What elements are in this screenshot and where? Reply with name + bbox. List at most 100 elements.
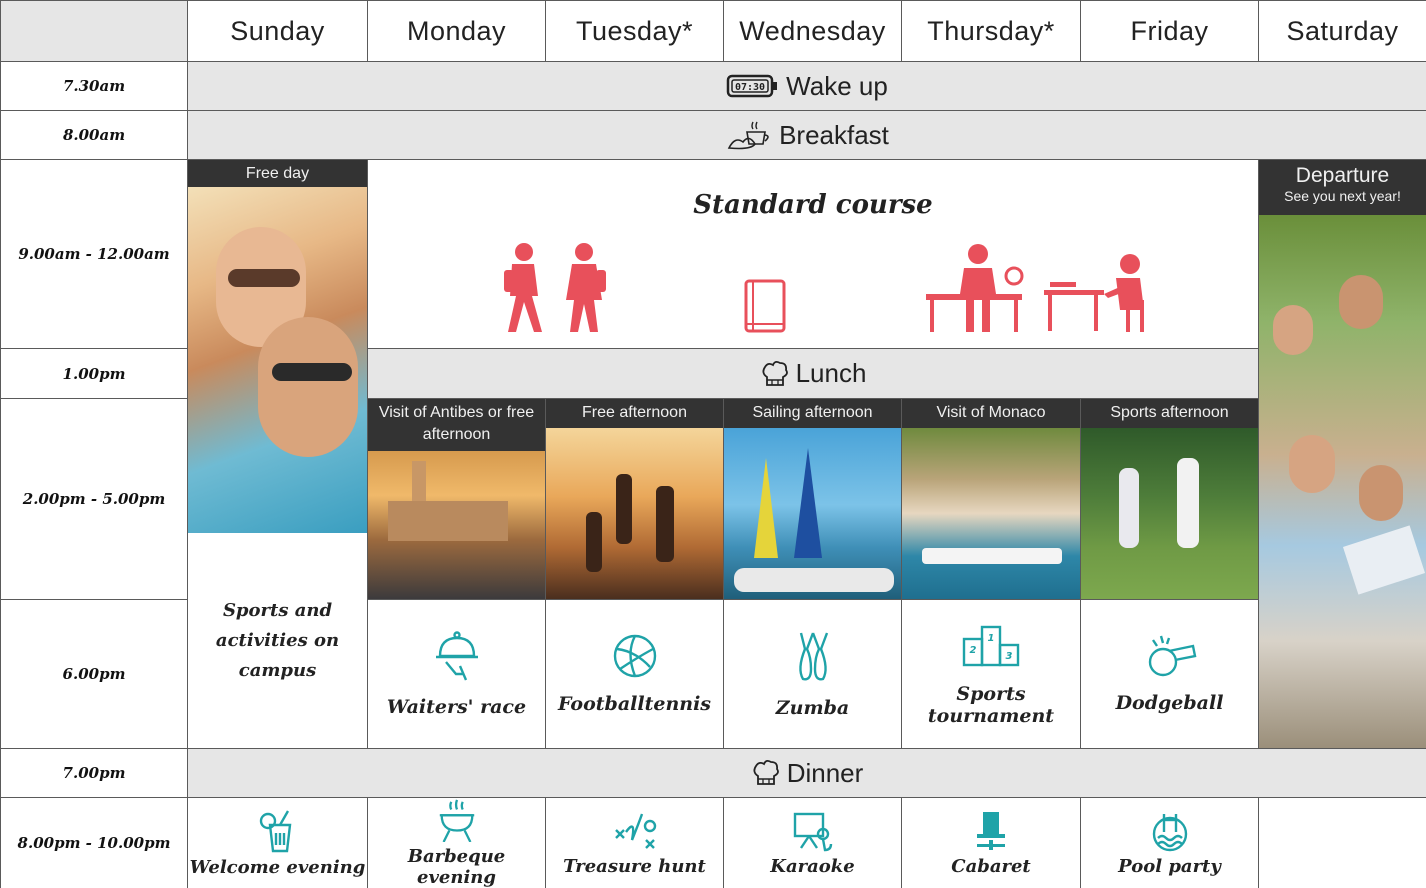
monaco-photo [902, 428, 1080, 599]
sail-shape [794, 448, 822, 558]
svg-text:3: 3 [1006, 651, 1013, 662]
chef-hat-icon [753, 759, 779, 785]
svg-text:2: 2 [970, 645, 977, 656]
book-icon [744, 279, 786, 333]
certificate-shape [1342, 525, 1426, 595]
player-shape [1119, 468, 1139, 548]
saturday-departure: Departure See you next year! [1259, 160, 1426, 749]
face-shape [1273, 305, 1313, 355]
departure-subtitle: See you next year! [1284, 188, 1401, 204]
person-silhouette [616, 474, 632, 544]
lunch-label: Lunch [795, 358, 867, 388]
face-shape [1339, 275, 1383, 329]
afternoon-caption: Sailing afternoon [724, 399, 901, 428]
ballet-shoes-icon [798, 632, 828, 681]
person-silhouette [656, 486, 674, 562]
sail-shape [754, 458, 778, 558]
beach-photo [546, 428, 723, 599]
activity-label: Waiters' race [386, 696, 527, 718]
fort-shape [388, 501, 508, 541]
boat-hull-shape [734, 568, 894, 592]
sunglasses-shape [228, 269, 300, 287]
day-header-monday: Monday [368, 0, 546, 62]
time-label: 8.00am [0, 111, 188, 160]
activity-label: Zumba [775, 697, 850, 719]
students-walking-icon [504, 243, 606, 332]
departure-title: Departure [1295, 164, 1390, 187]
activity-label: Sports tournament [927, 683, 1055, 727]
time-label: 7.00pm [0, 749, 188, 798]
swimming-pool-icon [1152, 813, 1187, 851]
cloche-icon [435, 631, 478, 681]
afternoon-caption: Free afternoon [546, 399, 723, 428]
evening-tuesday: Treasure hunt [546, 798, 724, 888]
activity-thursday: 12 3 Sports tournament [902, 600, 1081, 749]
sunglasses-shape [272, 363, 352, 381]
corner-cell [0, 0, 188, 62]
day-header-sunday: Sunday [188, 0, 368, 62]
time-label: 9.00am - 12.00am [0, 160, 188, 349]
chef-hat-icon [762, 360, 788, 386]
wake-up-label: Wake up [786, 70, 888, 101]
svg-text:1: 1 [988, 633, 995, 644]
evening-label: Barbeque evening [407, 846, 506, 888]
free-day-caption: Free day [188, 160, 367, 187]
departure-caption: Departure See you next year! [1259, 160, 1426, 215]
day-header-friday: Friday [1081, 0, 1259, 62]
breakfast-icon [727, 121, 769, 150]
afternoon-monday: Visit of Antibes or free afternoon [368, 399, 546, 600]
barbecue-grill-icon [439, 799, 474, 842]
standard-course-block: Standard course [368, 160, 1259, 349]
time-label: 2.00pm - 5.00pm [0, 399, 188, 600]
face-shape [258, 317, 358, 457]
afternoon-wednesday: Sailing afternoon [724, 399, 902, 600]
evening-friday: Pool party [1081, 798, 1259, 888]
podium-icon: 12 3 [962, 625, 1020, 667]
evening-wednesday: Karaoke [724, 798, 902, 888]
activity-label: Footballtennis [557, 693, 711, 715]
day-header-tuesday: Tuesday* [546, 0, 724, 62]
activity-wednesday: Zumba [724, 600, 902, 749]
face-shape [1289, 435, 1335, 493]
evening-thursday: Cabaret [902, 798, 1081, 888]
time-label: 8.00pm - 10.00pm [0, 798, 188, 888]
activity-tuesday: Footballtennis [546, 600, 724, 749]
clock-digits: 07:30 [735, 82, 765, 93]
afternoon-friday: Sports afternoon [1081, 399, 1259, 600]
breakfast-banner: Breakfast [188, 111, 1426, 160]
day-header-saturday: Saturday [1259, 0, 1426, 62]
weekly-schedule: Sunday Monday Tuesday* Wednesday Thursda… [0, 0, 1426, 888]
lunch-banner: Lunch [368, 349, 1259, 399]
campus-activities-label: Sports and activities on campus [215, 599, 340, 681]
classroom-desks-icon [926, 244, 1144, 332]
alarm-clock-icon: 07:30 [726, 74, 778, 98]
dinner-label: Dinner [786, 757, 864, 788]
afternoon-caption: Visit of Antibes or free afternoon [368, 399, 545, 454]
wake-up-banner: 07:30 Wake up [188, 62, 1426, 111]
afternoon-tuesday: Free afternoon [546, 399, 724, 600]
evening-monday: Barbeque evening [368, 798, 546, 888]
activity-monday: Waiters' race [368, 600, 546, 749]
evening-label: Treasure hunt [563, 855, 706, 877]
evening-label: Welcome evening [189, 856, 366, 878]
sports-photo [1081, 428, 1258, 599]
selfie-photo [188, 187, 367, 533]
time-label: 6.00pm [0, 600, 188, 749]
sailing-photo [724, 428, 901, 599]
afternoon-caption: Visit of Monaco [902, 399, 1080, 428]
time-label: 1.00pm [0, 349, 188, 399]
standard-course-title: Standard course [693, 190, 933, 220]
activity-label: Dodgeball [1115, 692, 1224, 714]
breakfast-label: Breakfast [779, 119, 889, 150]
face-shape [1359, 465, 1403, 521]
whistle-icon [1148, 635, 1196, 677]
evening-sunday: Welcome evening [188, 798, 368, 888]
evening-label: Karaoke [770, 855, 855, 877]
afternoon-caption: Sports afternoon [1081, 399, 1258, 428]
evening-label: Pool party [1118, 855, 1221, 877]
antibes-photo [368, 451, 545, 599]
volleyball-icon [613, 634, 656, 678]
afternoon-thursday: Visit of Monaco [902, 399, 1081, 600]
sunday-campus-activities: Sports and activities on campus [188, 533, 368, 749]
activity-friday: Dodgeball [1081, 600, 1259, 749]
